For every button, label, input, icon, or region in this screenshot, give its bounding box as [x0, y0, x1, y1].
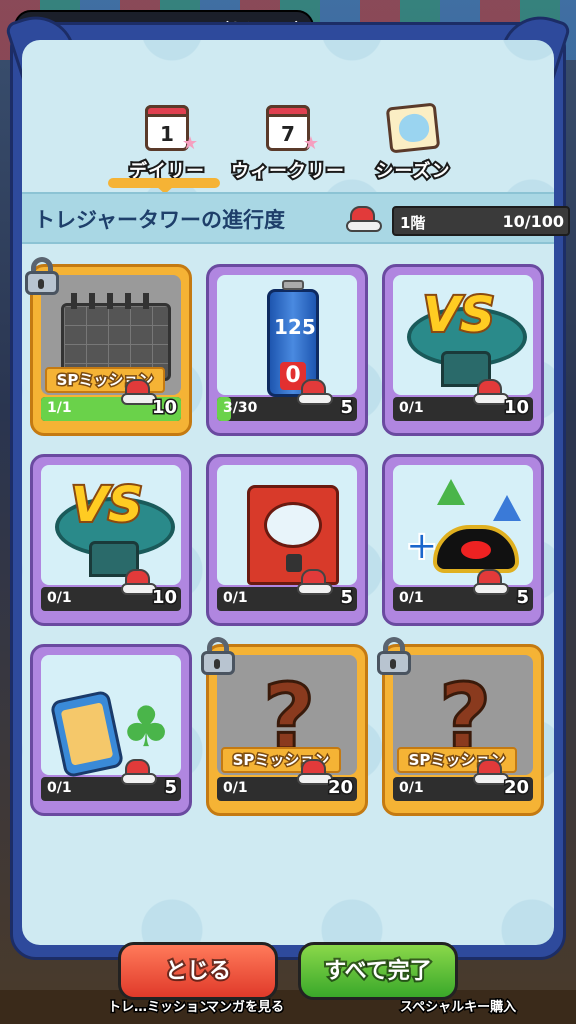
reward-shoe-icon	[121, 755, 157, 785]
mission-count: 0/1	[47, 590, 72, 606]
mission-card-8[interactable]: ? SPミッション 0/1 20	[201, 637, 368, 816]
mission-reward: 5	[339, 396, 354, 420]
shoe-icon	[346, 202, 382, 232]
daily-calendar-icon: 1 ★	[145, 105, 198, 154]
mission-progress-bar: 0/1 10	[393, 379, 533, 421]
weekly-calendar-icon: 7 ★	[266, 105, 319, 154]
mission-card-5[interactable]: 0/1 5	[206, 454, 368, 626]
mission-count: 0/1	[399, 400, 424, 416]
mission-count: 0/1	[223, 780, 248, 796]
tab-season-label: シーズン	[373, 159, 451, 184]
mission-progress-bar: 0/1 5	[393, 569, 533, 611]
progress-floor: 1階	[400, 214, 426, 232]
close-button[interactable]: とじる	[118, 942, 278, 1000]
mission-progress-bar: 0/1 5	[217, 569, 357, 611]
mission-art	[217, 465, 357, 585]
mission-count: 0/1	[399, 780, 424, 796]
mission-card-9[interactable]: ? SPミッション 0/1 20	[377, 637, 544, 816]
season-card-icon	[385, 102, 441, 154]
tablet-icon	[49, 689, 125, 779]
mission-card-2[interactable]: 125 0 3/30 5	[206, 264, 368, 436]
mission-progress-bar: 1/1 10	[41, 379, 181, 421]
mission-reward: 5	[515, 586, 530, 610]
mission-card-1[interactable]: SPミッション 1/1 10	[25, 257, 192, 436]
mission-card-4[interactable]: VS 0/1 10	[30, 454, 192, 626]
green-arrow-icon	[437, 479, 465, 505]
mission-art: +	[393, 465, 533, 585]
mission-art: VS	[393, 275, 533, 395]
clover-icon: ♣	[121, 695, 172, 760]
blue-arrow-icon	[493, 495, 521, 521]
progress-title: トレジャータワーの進行度	[34, 208, 285, 232]
mission-card-7[interactable]: ♣ 0/1 5	[30, 644, 192, 816]
mission-progress-bar: 3/30 5	[217, 379, 357, 421]
mission-reward: 20	[502, 776, 530, 800]
mission-count: 0/1	[47, 780, 72, 796]
reward-shoe-icon	[297, 565, 333, 595]
mission-progress-bar: 0/1 20	[217, 759, 357, 801]
mission-reward: 5	[339, 586, 354, 610]
mission-count: 1/1	[47, 400, 72, 416]
mission-reward: 20	[326, 776, 354, 800]
mission-count: 0/1	[399, 590, 424, 606]
mission-progress-bar: 0/1 20	[393, 759, 533, 801]
mission-reward: 5	[163, 776, 178, 800]
complete-all-button[interactable]: すべて完了	[298, 942, 458, 1000]
mission-reward: 10	[150, 586, 178, 610]
mission-progress-bar: 0/1 5	[41, 759, 181, 801]
lock-icon	[25, 257, 59, 295]
plus-icon: +	[404, 522, 439, 570]
lock-icon	[377, 637, 411, 675]
tower-progress-bar: 1階 10/100	[392, 206, 570, 236]
tab-weekly[interactable]: 7 ★ ウィークリー	[226, 105, 350, 185]
mission-count: 3/30	[223, 400, 258, 416]
reward-shoe-icon	[473, 565, 509, 595]
mission-count: 0/1	[223, 590, 248, 606]
mission-progress-bar: 0/1 10	[41, 569, 181, 611]
mission-reward: 10	[150, 396, 178, 420]
mission-card-3[interactable]: VS 0/1 10	[382, 264, 544, 436]
tab-weekly-label: ウィークリー	[229, 159, 346, 184]
lock-icon	[201, 637, 235, 675]
mission-card-6[interactable]: + 0/1 5	[382, 454, 544, 626]
progress-count: 10/100	[502, 212, 564, 231]
mission-art: ♣	[41, 655, 181, 779]
reward-shoe-icon	[297, 375, 333, 405]
tower-progress-header: トレジャータワーの進行度 1階 10/100	[22, 192, 570, 244]
mission-reward: 10	[502, 396, 530, 420]
mission-art: VS	[41, 465, 181, 585]
tab-season[interactable]: シーズン	[368, 102, 458, 185]
tab-daily[interactable]: 1 ★ デイリー	[122, 105, 212, 185]
mission-art: 125 0	[217, 275, 357, 397]
